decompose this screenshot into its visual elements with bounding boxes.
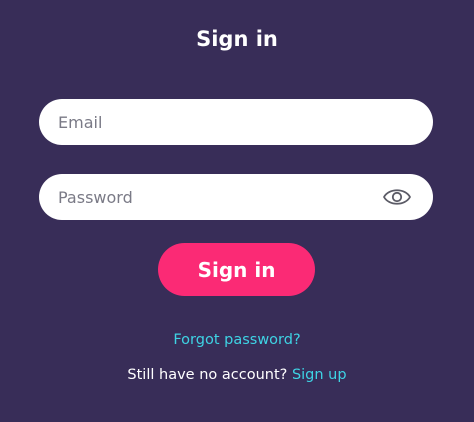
email-input[interactable] bbox=[39, 99, 433, 145]
sign-up-link[interactable]: Sign up bbox=[292, 367, 347, 383]
signup-row: Still have no account? Sign up bbox=[0, 365, 474, 385]
page-title: Sign in bbox=[196, 27, 278, 51]
eye-icon[interactable] bbox=[382, 185, 412, 209]
sign-in-button[interactable]: Sign in bbox=[158, 243, 315, 296]
email-field-container bbox=[39, 99, 433, 145]
signup-prompt: Still have no account? bbox=[127, 367, 288, 383]
password-input[interactable] bbox=[39, 174, 433, 220]
password-field-container bbox=[39, 174, 433, 220]
forgot-password-link[interactable]: Forgot password? bbox=[0, 330, 474, 350]
